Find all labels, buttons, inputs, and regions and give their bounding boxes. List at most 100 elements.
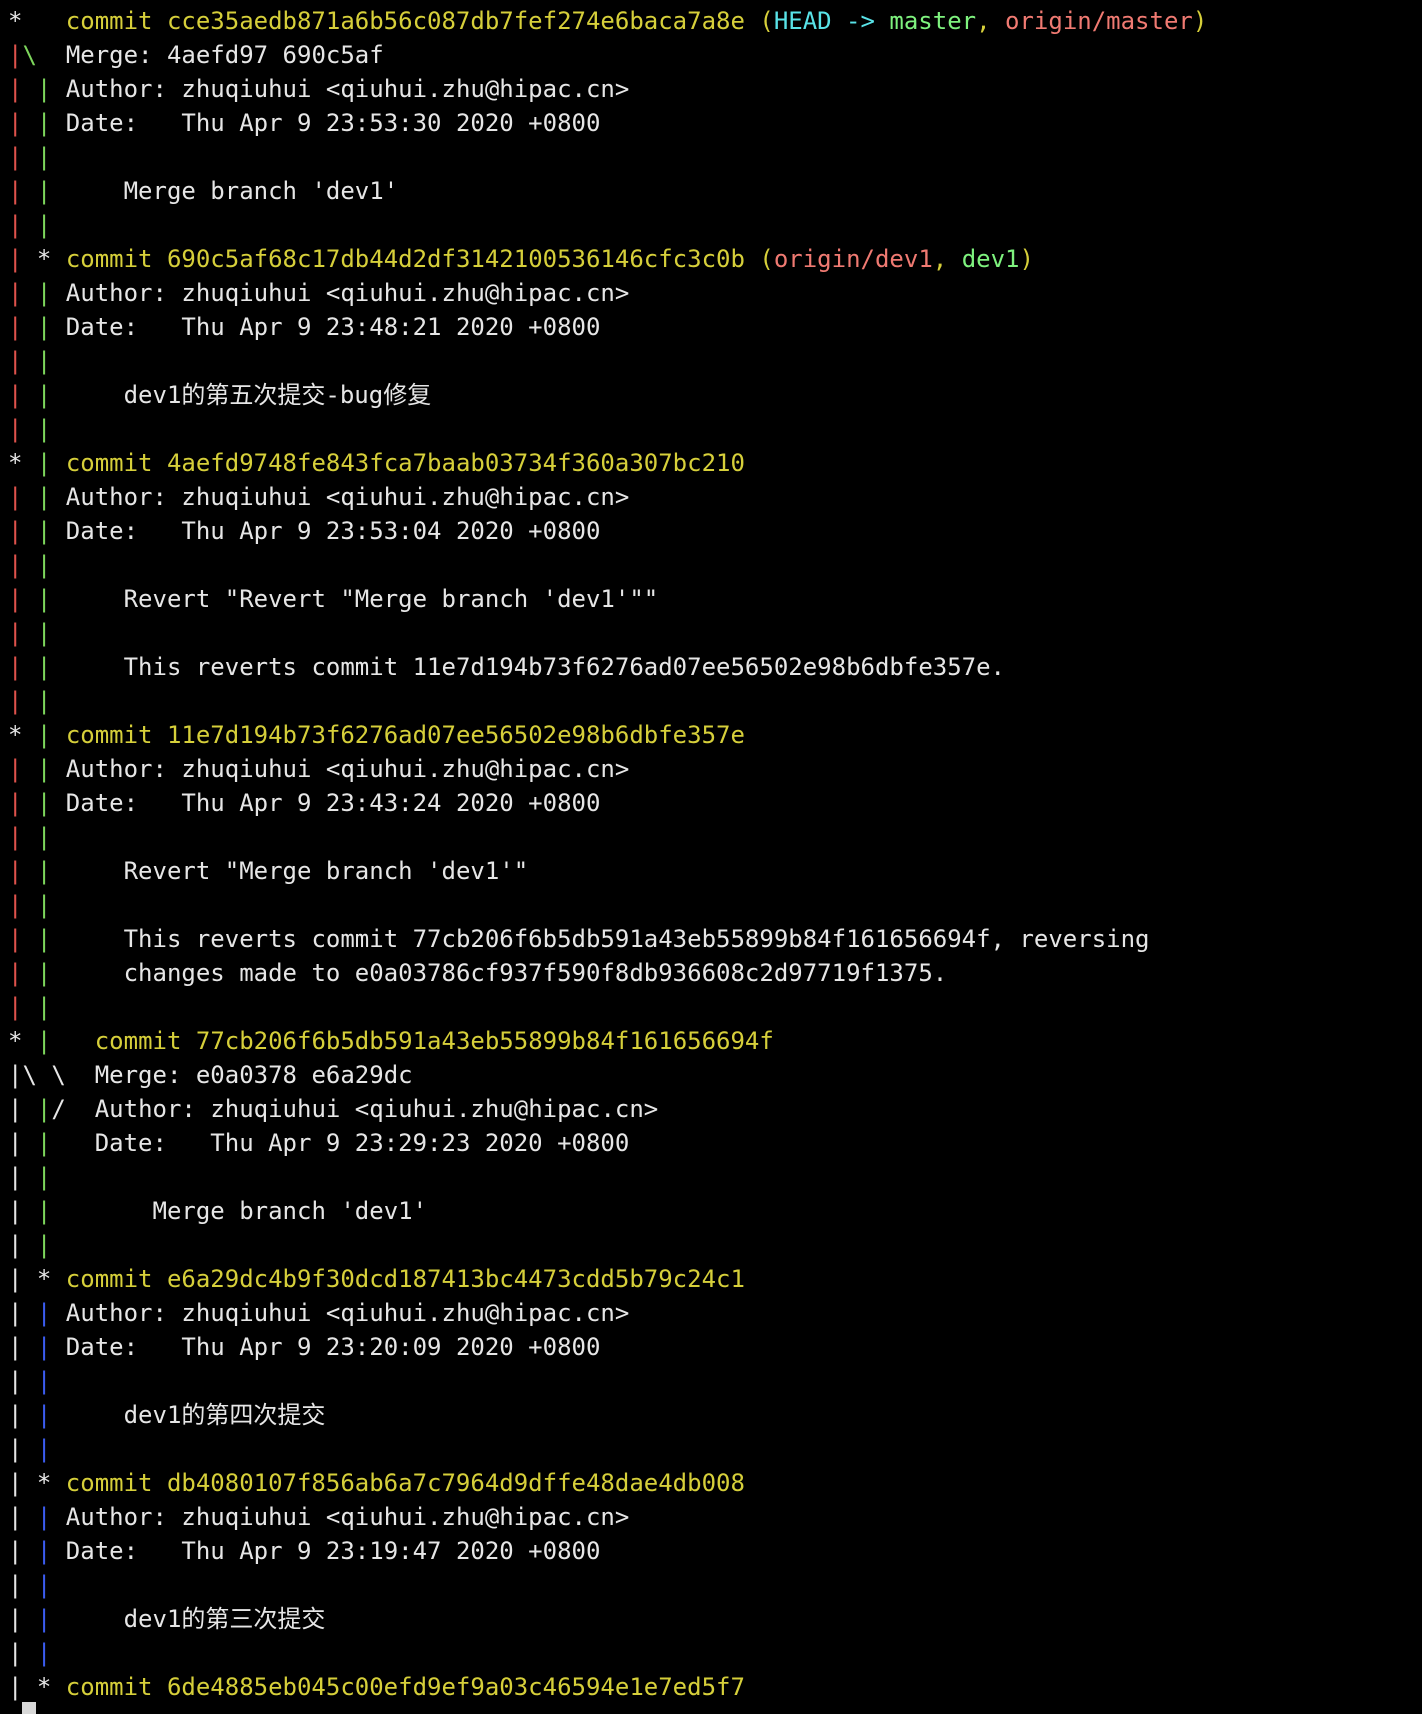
log-segment: |: [36, 313, 52, 341]
log-segment: |: [36, 1095, 52, 1123]
log-segment: Merge: e0a0378 e6a29dc: [94, 1061, 413, 1089]
log-segment: |: [8, 1435, 37, 1463]
log-segment: [22, 211, 36, 239]
log-segment: |: [8, 1197, 37, 1225]
log-segment: |: [8, 483, 23, 511]
log-segment: [22, 857, 36, 885]
log-segment: commit cce35aedb871a6b56c087db7fef274e6b…: [65, 7, 774, 35]
log-segment: [22, 551, 36, 579]
terminal-window[interactable]: * commit cce35aedb871a6b56c087db7fef274e…: [0, 0, 1422, 1714]
log-line: | | dev1的第五次提交-bug修复: [8, 378, 1422, 412]
log-line: | |: [8, 1432, 1422, 1466]
log-line: | | This reverts commit 11e7d194b73f6276…: [8, 650, 1422, 684]
log-segment: |: [36, 1639, 52, 1667]
log-segment: |: [8, 687, 23, 715]
log-segment: |: [36, 449, 52, 477]
log-segment: |: [8, 1163, 37, 1191]
log-segment: |: [36, 109, 52, 137]
log-segment: |: [36, 1571, 52, 1599]
log-segment: |: [36, 1435, 52, 1463]
log-line: * | commit 11e7d194b73f6276ad07ee56502e9…: [8, 718, 1422, 752]
log-segment: dev1的第五次提交-bug修复: [51, 381, 432, 409]
log-segment: |: [36, 1333, 52, 1361]
log-line: | |/ Author: zhuqiuhui <qiuhui.zhu@hipac…: [8, 1092, 1422, 1126]
log-segment: |: [8, 177, 23, 205]
log-segment: Author: zhuqiuhui <qiuhui.zhu@hipac.cn>: [51, 75, 630, 103]
log-line: * commit cce35aedb871a6b56c087db7fef274e…: [8, 4, 1422, 38]
log-segment: |: [36, 143, 52, 171]
log-segment: |: [8, 1503, 37, 1531]
log-line: | |: [8, 548, 1422, 582]
log-segment: Author: zhuqiuhui <qiuhui.zhu@hipac.cn>: [51, 1503, 630, 1531]
log-segment: Merge branch 'dev1': [51, 1197, 428, 1225]
log-line: | |: [8, 140, 1422, 174]
log-segment: |: [8, 551, 23, 579]
log-segment: |: [8, 959, 23, 987]
log-segment: |: [8, 1367, 37, 1395]
log-segment: |: [8, 993, 23, 1021]
log-line: | |: [8, 208, 1422, 242]
log-segment: |: [36, 347, 52, 375]
log-segment: Date: Thu Apr 9 23:19:47 2020 +0800: [51, 1537, 601, 1565]
log-segment: [22, 483, 36, 511]
log-line: | | Revert "Revert "Merge branch 'dev1'"…: [8, 582, 1422, 616]
log-line: | | changes made to e0a03786cf937f590f8d…: [8, 956, 1422, 990]
log-segment: Author: zhuqiuhui <qiuhui.zhu@hipac.cn>: [51, 1299, 630, 1327]
log-segment: Author: zhuqiuhui <qiuhui.zhu@hipac.cn>: [51, 279, 630, 307]
log-segment: |: [36, 653, 52, 681]
log-segment: [22, 585, 36, 613]
log-segment: |: [36, 551, 52, 579]
log-segment: |: [8, 245, 23, 273]
log-segment: ): [1192, 7, 1208, 35]
log-line: | | This reverts commit 77cb206f6b5db591…: [8, 922, 1422, 956]
log-segment: | *: [8, 1265, 66, 1293]
log-segment: ): [1019, 245, 1034, 273]
log-line: | | Author: zhuqiuhui <qiuhui.zhu@hipac.…: [8, 480, 1422, 514]
log-segment: Date: Thu Apr 9 23:43:24 2020 +0800: [51, 789, 601, 817]
log-line: | | Date: Thu Apr 9 23:53:30 2020 +0800: [8, 106, 1422, 140]
log-segment: |: [8, 653, 23, 681]
log-segment: |: [8, 823, 23, 851]
log-segment: [22, 313, 36, 341]
log-segment: |: [36, 1129, 52, 1157]
log-segment: |: [36, 585, 52, 613]
log-segment: [22, 279, 36, 307]
terminal-cursor: [22, 1702, 36, 1714]
log-segment: |: [8, 1639, 37, 1667]
log-segment: |: [36, 619, 52, 647]
log-line: | |: [8, 1568, 1422, 1602]
log-segment: ,: [932, 245, 962, 273]
log-line: | * commit 6de4885eb045c00efd9ef9a03c465…: [8, 1670, 1422, 1704]
log-segment: |: [8, 1333, 37, 1361]
log-segment: |: [8, 1605, 37, 1633]
log-line: | |: [8, 990, 1422, 1024]
log-segment: |: [36, 925, 52, 953]
log-segment: [51, 721, 65, 749]
log-segment: ,: [976, 7, 1006, 35]
log-segment: dev1的第四次提交: [51, 1401, 326, 1429]
log-segment: Revert "Revert "Merge branch 'dev1'"": [51, 585, 659, 613]
log-segment: |: [36, 891, 52, 919]
log-line: | |: [8, 888, 1422, 922]
log-line: * | commit 77cb206f6b5db591a43eb55899b84…: [8, 1024, 1422, 1058]
log-segment: [22, 143, 36, 171]
log-segment: |: [36, 1605, 52, 1633]
log-segment: |: [36, 789, 52, 817]
log-segment: |: [36, 1197, 52, 1225]
log-segment: |: [36, 823, 52, 851]
log-segment: |: [8, 755, 23, 783]
log-segment: |: [36, 177, 52, 205]
log-segment: [22, 177, 36, 205]
log-segment: |: [36, 755, 52, 783]
log-segment: origin/master: [1005, 7, 1193, 35]
log-segment: commit 4aefd9748fe843fca7baab03734f360a3…: [65, 449, 745, 477]
log-segment: |: [36, 1231, 52, 1259]
log-segment: [22, 619, 36, 647]
log-segment: Merge: 4aefd97 690c5af: [65, 41, 384, 69]
log-segment: |: [8, 279, 23, 307]
log-segment: Date: Thu Apr 9 23:48:21 2020 +0800: [51, 313, 601, 341]
log-segment: Merge branch 'dev1': [51, 177, 399, 205]
log-segment: This reverts commit 77cb206f6b5db591a43e…: [51, 925, 1150, 953]
log-line: | | dev1的第三次提交: [8, 1602, 1422, 1636]
log-segment: commit db4080107f856ab6a7c7964d9dffe48da…: [65, 1469, 745, 1497]
